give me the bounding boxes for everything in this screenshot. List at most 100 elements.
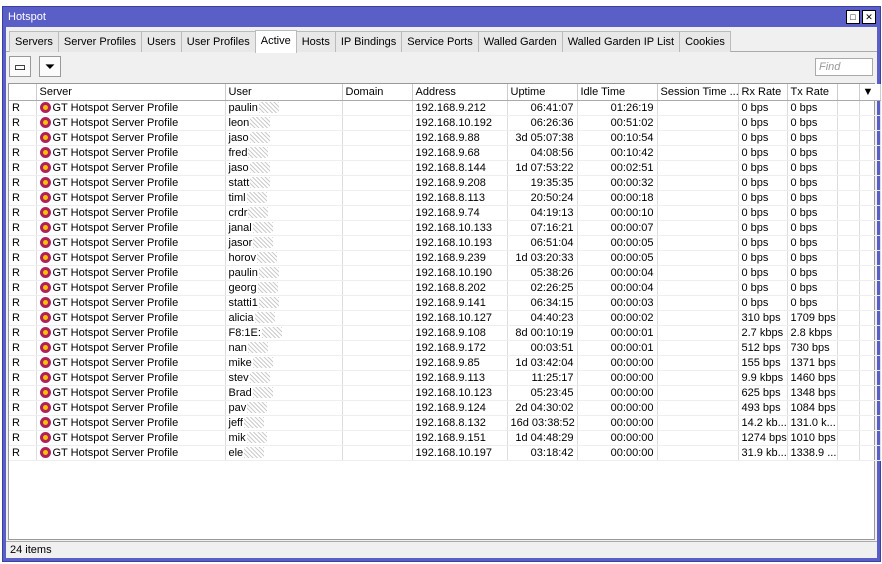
server-name: GT Hotspot Server Profile — [52, 251, 179, 264]
cell-user: leon — [225, 115, 343, 131]
table-row[interactable]: R GT Hotspot Server Profile crdr 192.168.9.… — [9, 205, 881, 221]
remove-button[interactable]: ▭ — [9, 56, 31, 77]
cell-address: 192.168.9.88 — [412, 130, 508, 146]
cell-user: jasor — [225, 235, 343, 251]
tab-hosts[interactable]: Hosts — [295, 31, 336, 52]
cell-uptime: 02:26:25 — [507, 280, 578, 296]
column-header[interactable]: User — [225, 84, 343, 101]
table-row[interactable]: R GT Hotspot Server Profile paulin 192.168.… — [9, 100, 881, 116]
cell-session-time — [657, 370, 739, 386]
tab-active[interactable]: Active — [254, 30, 297, 53]
column-header[interactable]: Uptime — [507, 84, 578, 101]
table-row[interactable]: R GT Hotspot Server Profile paulin 192.168.… — [9, 265, 881, 281]
cell-flag: R — [9, 190, 37, 206]
cell-uptime: 06:51:04 — [507, 235, 578, 251]
tab-user-profiles[interactable]: User Profiles — [180, 31, 256, 52]
tab-cookies[interactable]: Cookies — [679, 31, 731, 52]
redaction-mark — [248, 146, 269, 158]
filter-button[interactable]: ⏷ — [39, 56, 61, 77]
table-row[interactable]: R GT Hotspot Server Profile mike 192.168.9.… — [9, 355, 881, 371]
cell-address: 192.168.9.85 — [412, 355, 508, 371]
column-header[interactable]: Address — [412, 84, 508, 101]
cell-tx-rate: 0 bps — [787, 100, 838, 116]
server-name: GT Hotspot Server Profile — [52, 131, 179, 144]
close-button[interactable]: ✕ — [862, 10, 876, 24]
table-row[interactable]: R GT Hotspot Server Profile Brad 192.168.10… — [9, 385, 881, 401]
cell-empty — [859, 340, 881, 356]
table-row[interactable]: R GT Hotspot Server Profile janal 192.168.1… — [9, 220, 881, 236]
cell-domain — [342, 190, 413, 206]
tab-server-profiles[interactable]: Server Profiles — [57, 31, 143, 52]
maximize-button[interactable]: □ — [846, 10, 860, 24]
cell-session-time — [657, 325, 739, 341]
column-header[interactable]: Rx Rate — [738, 84, 788, 101]
cell-rx-rate: 0 bps — [738, 295, 788, 311]
table-row[interactable]: R GT Hotspot Server Profile statt 192.168.9… — [9, 175, 881, 191]
column-header[interactable]: Domain — [342, 84, 413, 101]
table-row[interactable]: R GT Hotspot Server Profile horov 192.168.9… — [9, 250, 881, 266]
cell-empty — [837, 190, 860, 206]
cell-idle-time: 01:26:19 — [577, 100, 658, 116]
table-row[interactable]: R GT Hotspot Server Profile alicia 192.168.… — [9, 310, 881, 326]
table-row[interactable]: R GT Hotspot Server Profile nan 192.168.9.1… — [9, 340, 881, 356]
table-row[interactable]: R GT Hotspot Server Profile leon 192.168.10… — [9, 115, 881, 131]
table-row[interactable]: R GT Hotspot Server Profile georg 192.168.8… — [9, 280, 881, 296]
cell-user: pav — [225, 400, 343, 416]
user-name: leon — [228, 116, 250, 129]
table-row[interactable]: R GT Hotspot Server Profile jasor 192.168.1… — [9, 235, 881, 251]
cell-user: mike — [225, 355, 343, 371]
cell-tx-rate: 1084 bps — [787, 400, 838, 416]
table-row[interactable]: R GT Hotspot Server Profile ele 192.168.10.… — [9, 445, 881, 461]
table-row[interactable]: R GT Hotspot Server Profile timl 192.168.8.… — [9, 190, 881, 206]
cell-flag: R — [9, 175, 37, 191]
column-header[interactable]: Server — [36, 84, 226, 101]
cell-flag: R — [9, 250, 37, 266]
cell-empty — [837, 250, 860, 266]
column-header[interactable]: Session Time ... — [657, 84, 739, 101]
cell-idle-time: 00:00:00 — [577, 385, 658, 401]
tab-service-ports[interactable]: Service Ports — [401, 31, 479, 52]
cell-uptime: 05:38:26 — [507, 265, 578, 281]
column-header[interactable]: Idle Time — [577, 84, 658, 101]
user-name: jeff — [228, 416, 243, 429]
hotspot-profile-icon — [39, 281, 51, 293]
table-row[interactable]: R GT Hotspot Server Profile stev 192.168.9.… — [9, 370, 881, 386]
table-row[interactable]: R GT Hotspot Server Profile jaso 192.168.8.… — [9, 160, 881, 176]
cell-empty — [837, 205, 860, 221]
cell-server: GT Hotspot Server Profile — [36, 145, 226, 161]
column-header[interactable]: Tx Rate — [787, 84, 838, 101]
tab-walled-garden[interactable]: Walled Garden — [477, 31, 563, 52]
cell-empty — [859, 385, 881, 401]
cell-server: GT Hotspot Server Profile — [36, 430, 226, 446]
cell-domain — [342, 370, 413, 386]
user-name: janal — [228, 221, 252, 234]
find-input[interactable]: Find — [815, 58, 873, 76]
tab-users[interactable]: Users — [141, 31, 182, 52]
cell-uptime: 06:26:36 — [507, 115, 578, 131]
table-row[interactable]: R GT Hotspot Server Profile fred 192.168.9.… — [9, 145, 881, 161]
cell-user: statt — [225, 175, 343, 191]
table-row[interactable]: R GT Hotspot Server Profile statti1 192.168… — [9, 295, 881, 311]
hotspot-profile-icon — [39, 236, 51, 248]
cell-rx-rate: 2.7 kbps — [738, 325, 788, 341]
cell-empty — [837, 370, 860, 386]
cell-empty — [859, 250, 881, 266]
table-row[interactable]: R GT Hotspot Server Profile jeff 192.168.8.… — [9, 415, 881, 431]
column-chooser-dropdown[interactable]: ▼ — [859, 84, 881, 101]
table-row[interactable]: R GT Hotspot Server Profile pav 192.168.9.1… — [9, 400, 881, 416]
tab-walled-garden-ip-list[interactable]: Walled Garden IP List — [561, 31, 681, 52]
cell-address: 192.168.9.108 — [412, 325, 508, 341]
table-row[interactable]: R GT Hotspot Server Profile F8:1E: 192.168.… — [9, 325, 881, 341]
hotspot-profile-icon — [39, 386, 51, 398]
cell-address: 192.168.10.127 — [412, 310, 508, 326]
table-row[interactable]: R GT Hotspot Server Profile jaso 192.168.9.… — [9, 130, 881, 146]
tab-ip-bindings[interactable]: IP Bindings — [334, 31, 403, 52]
column-header-extra[interactable] — [837, 84, 860, 101]
user-name: alicia — [228, 311, 254, 324]
table-row[interactable]: R GT Hotspot Server Profile mik 192.168.9.1… — [9, 430, 881, 446]
cell-rx-rate: 155 bps — [738, 355, 788, 371]
column-header[interactable] — [9, 84, 37, 101]
cell-domain — [342, 205, 413, 221]
cell-uptime: 04:19:13 — [507, 205, 578, 221]
tab-servers[interactable]: Servers — [9, 31, 59, 52]
